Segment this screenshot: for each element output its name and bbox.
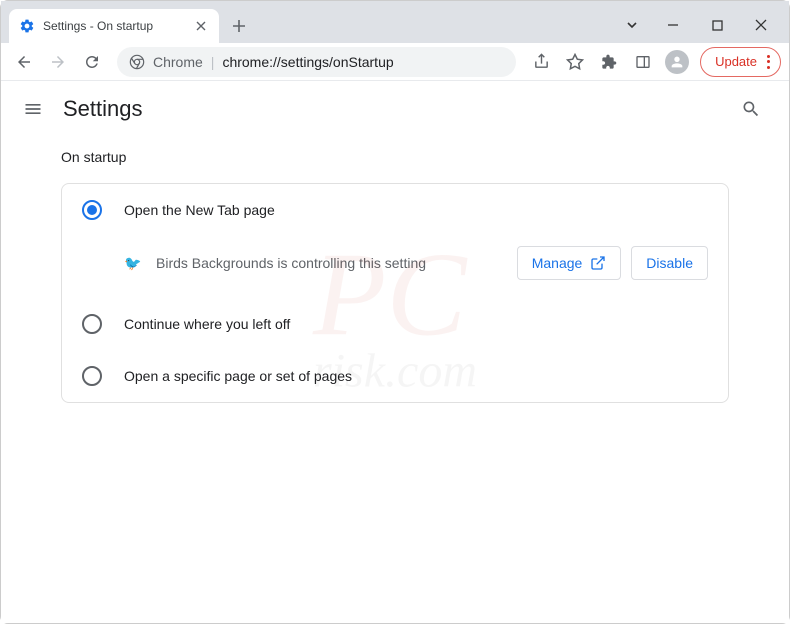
window-controls: [615, 7, 789, 43]
sidepanel-button[interactable]: [628, 47, 658, 77]
tab-title: Settings - On startup: [43, 19, 185, 33]
radio-label: Open the New Tab page: [124, 202, 275, 218]
search-button[interactable]: [733, 91, 769, 127]
back-button[interactable]: [9, 47, 39, 77]
extensions-button[interactable]: [594, 47, 624, 77]
update-label: Update: [715, 54, 757, 69]
radio-indicator: [82, 314, 102, 334]
maximize-button[interactable]: [697, 10, 737, 40]
radio-indicator: [82, 366, 102, 386]
settings-header: Settings: [1, 81, 789, 137]
new-tab-button[interactable]: [225, 12, 253, 40]
url-separator: |: [211, 54, 215, 70]
external-link-icon: [590, 255, 606, 271]
radio-option-new-tab[interactable]: Open the New Tab page: [62, 184, 728, 236]
extension-favicon: 🐦: [124, 254, 142, 272]
toolbar-actions: Update: [526, 47, 781, 77]
manage-label: Manage: [532, 255, 583, 271]
tabs-area: Settings - On startup: [1, 1, 253, 43]
menu-dots-icon: [767, 55, 770, 69]
share-button[interactable]: [526, 47, 556, 77]
browser-tab[interactable]: Settings - On startup: [9, 9, 219, 43]
forward-button[interactable]: [43, 47, 73, 77]
radio-indicator: [82, 200, 102, 220]
gear-icon: [19, 18, 35, 34]
tab-search-button[interactable]: [615, 10, 649, 40]
profile-button[interactable]: [662, 47, 692, 77]
extension-actions: Manage Disable: [517, 246, 708, 280]
disable-button[interactable]: Disable: [631, 246, 708, 280]
minimize-button[interactable]: [653, 10, 693, 40]
url-text: chrome://settings/onStartup: [222, 54, 393, 70]
startup-card: Open the New Tab page 🐦 Birds Background…: [61, 183, 729, 403]
bookmark-button[interactable]: [560, 47, 590, 77]
chrome-icon: [129, 54, 145, 70]
page-content: Settings On startup Open the New Tab pag…: [1, 81, 789, 623]
section-title: On startup: [61, 149, 729, 165]
radio-label: Open a specific page or set of pages: [124, 368, 352, 384]
page-title: Settings: [63, 96, 715, 122]
browser-toolbar: Chrome | chrome://settings/onStartup Upd…: [1, 43, 789, 81]
url-scheme: Chrome: [153, 54, 203, 70]
close-icon[interactable]: [193, 18, 209, 34]
radio-label: Continue where you left off: [124, 316, 290, 332]
avatar-icon: [665, 50, 689, 74]
update-button[interactable]: Update: [700, 47, 781, 77]
radio-option-specific[interactable]: Open a specific page or set of pages: [62, 350, 728, 402]
address-bar[interactable]: Chrome | chrome://settings/onStartup: [117, 47, 516, 77]
extension-text: Birds Backgrounds is controlling this se…: [156, 255, 503, 271]
titlebar: Settings - On startup: [1, 1, 789, 43]
radio-option-continue[interactable]: Continue where you left off: [62, 298, 728, 350]
menu-button[interactable]: [21, 97, 45, 121]
settings-body: On startup Open the New Tab page 🐦 Birds…: [1, 137, 789, 415]
manage-button[interactable]: Manage: [517, 246, 622, 280]
reload-button[interactable]: [77, 47, 107, 77]
close-window-button[interactable]: [741, 10, 781, 40]
extension-notice: 🐦 Birds Backgrounds is controlling this …: [62, 236, 728, 298]
disable-label: Disable: [646, 255, 693, 271]
